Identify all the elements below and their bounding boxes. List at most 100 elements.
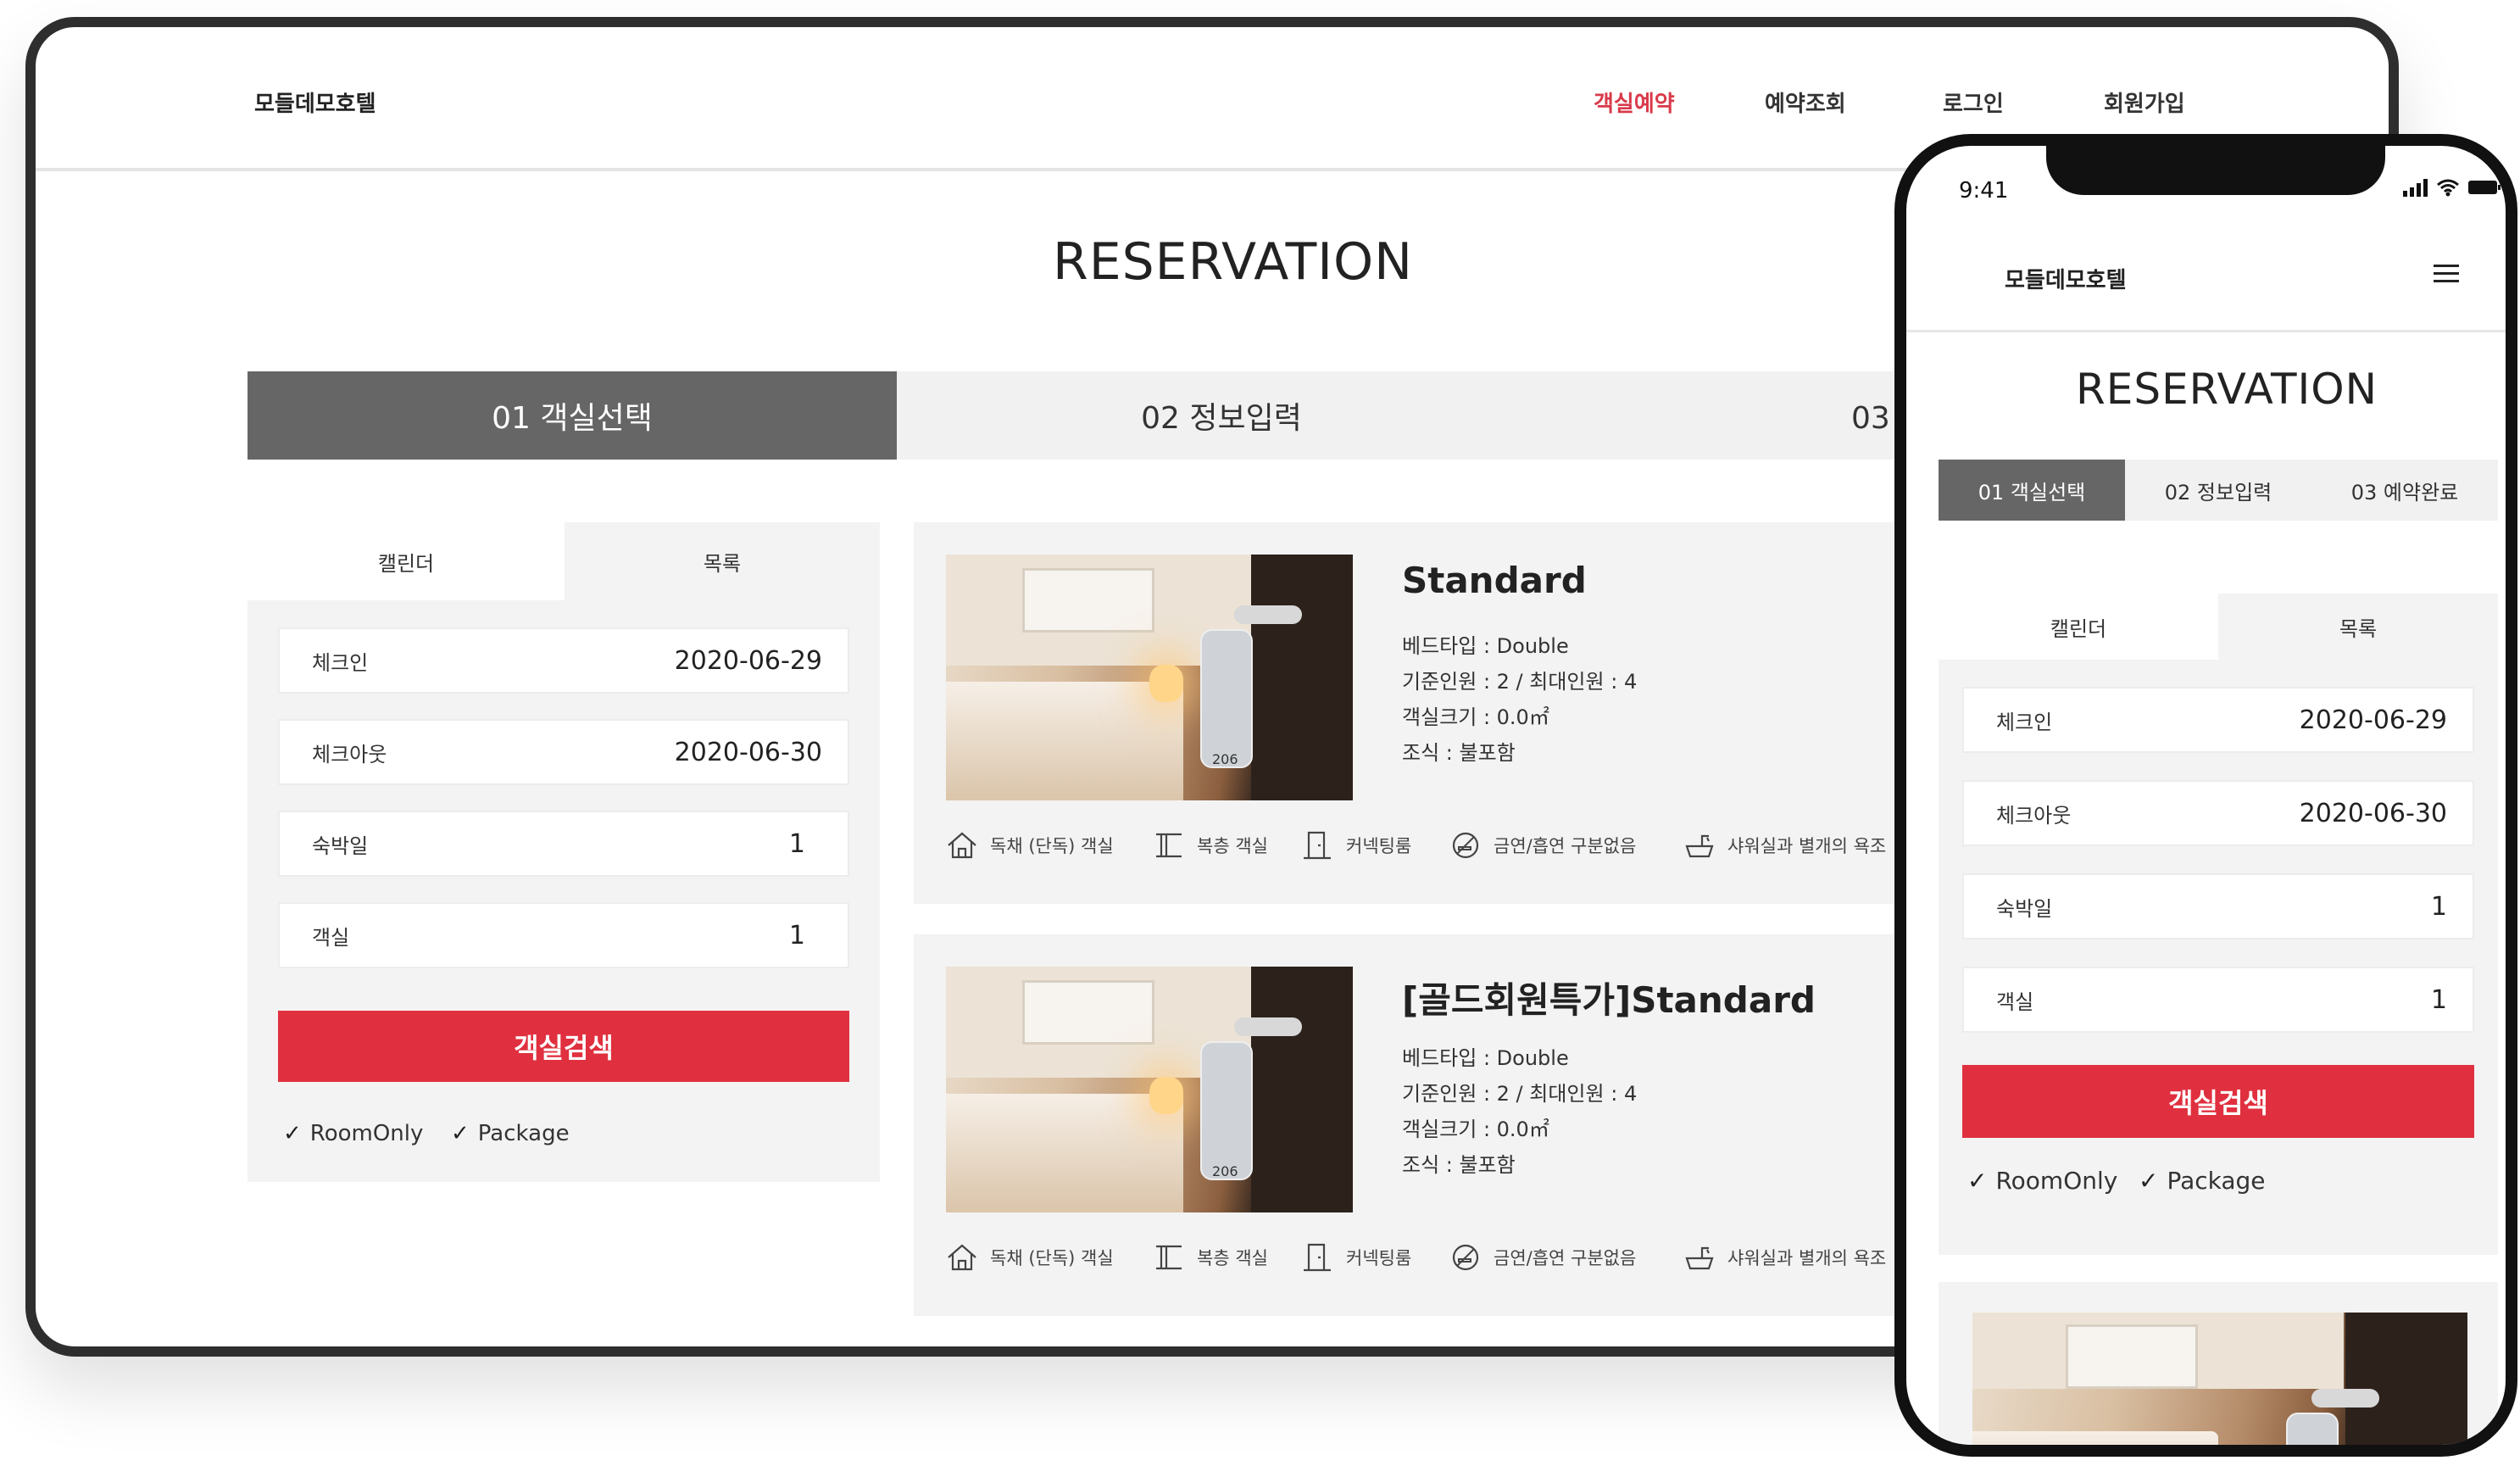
calendar-form: 체크인 2020-06-29 체크아웃 2020-06-30 숙박일 1 객실 … (248, 600, 880, 1182)
battery-icon (2468, 181, 2501, 194)
mobile-rooms-field[interactable]: 객실 1 (1962, 967, 2474, 1033)
amenity-label: 금연/흡연 구분없음 (1494, 1248, 1637, 1268)
door-icon (1304, 831, 1331, 860)
option-package-label: Package (477, 1121, 570, 1146)
rooms-field[interactable]: 객실 1 (278, 902, 849, 968)
key-tag-number: 206 (1212, 1163, 1238, 1179)
amenity-label: 샤워실과 별개의 욕조 (1727, 836, 1887, 856)
duplex-icon (1156, 833, 1182, 858)
status-icons (2403, 178, 2501, 200)
rooms-value: 1 (2430, 984, 2447, 1015)
amenity-detached-room: 독채 (단독) 객실 (946, 1243, 1114, 1272)
mobile-checkout-field[interactable]: 체크아웃 2020-06-30 (1962, 780, 2474, 846)
status-time: 9:41 (1959, 178, 2009, 203)
amenity-label: 커넥팅룸 (1346, 836, 1412, 856)
checkout-label: 체크아웃 (1996, 803, 2072, 828)
key-tag-number: 206 (1212, 751, 1238, 767)
amenity-bathtub: 샤워실과 별개의 욕조 (1683, 831, 1886, 860)
room-photo[interactable]: 206 (946, 967, 1353, 1212)
rooms-value: 1 (788, 920, 805, 950)
door-icon (1304, 1243, 1331, 1272)
check-icon: ✓ (2139, 1167, 2159, 1195)
room-name[interactable]: [골드회원특가]Standard (1402, 972, 1816, 1023)
duplex-icon (1156, 1245, 1182, 1270)
mobile-room-photo[interactable] (1972, 1313, 2467, 1445)
checkout-value: 2020-06-30 (674, 737, 822, 767)
mobile-step-enter-info: 02 정보입력 (2125, 460, 2311, 521)
amenity-connecting: 커넥팅룸 (1302, 1243, 1411, 1272)
amenity-label: 금연/흡연 구분없음 (1494, 836, 1637, 856)
amenity-detached-room: 독채 (단독) 객실 (946, 831, 1114, 860)
mobile-tab-calendar[interactable]: 캘린더 (1939, 594, 2218, 660)
checkin-label: 체크인 (1996, 710, 2053, 734)
brand-logo[interactable]: 모들데모호텔 (254, 86, 376, 118)
breakfast: 조식 : 불포함 (1402, 1153, 1516, 1177)
mobile-nights-field[interactable]: 숙박일 1 (1962, 873, 2474, 939)
checkin-field[interactable]: 체크인 2020-06-29 (278, 627, 849, 694)
room-search-button[interactable]: 객실검색 (278, 1011, 849, 1082)
checkin-value: 2020-06-29 (2299, 705, 2447, 735)
mobile-frame: 9:41 모들데모호텔 RESERVATION 01 객실선택 02 정보입력 … (1894, 134, 2517, 1457)
house-icon (948, 1244, 976, 1271)
mobile-checkin-field[interactable]: 체크인 2020-06-29 (1962, 687, 2474, 753)
option-roomonly-label: RoomOnly (309, 1121, 424, 1146)
shower-icon (1685, 834, 1714, 858)
room-size: 객실크기 : 0.0㎡ (1402, 705, 1549, 729)
checkout-label: 체크아웃 (312, 742, 387, 766)
amenity-smoking: 금연/흡연 구분없음 (1449, 831, 1636, 860)
nav-login[interactable]: 로그인 (1943, 86, 2004, 118)
mobile-option-package[interactable]: ✓ Package (2139, 1167, 2266, 1195)
mobile-option-roomonly[interactable]: ✓ RoomOnly (1967, 1167, 2117, 1195)
checkin-label: 체크인 (312, 650, 369, 675)
room-card[interactable]: 206 [골드회원특가]Standard 베드타입 : Double 기준인원 … (914, 934, 1956, 1316)
amenity-label: 복층 객실 (1197, 1248, 1268, 1268)
option-package[interactable]: ✓ Package (451, 1121, 570, 1146)
nights-value: 1 (2430, 891, 2447, 922)
smoking-icon (1452, 832, 1479, 859)
page-title: RESERVATION (1053, 232, 1414, 292)
amenity-label: 독채 (단독) 객실 (990, 836, 1114, 856)
nav-room-reservation[interactable]: 객실예약 (1594, 86, 1675, 118)
mobile-step-select-room: 01 객실선택 (1939, 460, 2125, 521)
mobile-step-complete: 03 예약완료 (2311, 460, 2498, 521)
mobile-search-panel: 캘린더 목록 체크인 2020-06-29 체크아웃 2020-06-30 숙박… (1939, 594, 2498, 1255)
phone-notch (2046, 146, 2385, 195)
search-panel: 캘린더 목록 체크인 2020-06-29 체크아웃 2020-06-30 숙박… (248, 522, 880, 1182)
rooms-label: 객실 (312, 925, 350, 950)
nights-label: 숙박일 (312, 833, 369, 858)
amenity-list: 독채 (단독) 객실 복층 객실 커넥팅룸 금연/흡연 구분없음 샤워실과 별개… (946, 1236, 1946, 1279)
mobile-room-card[interactable] (1939, 1282, 2498, 1445)
check-icon: ✓ (283, 1121, 302, 1146)
room-photo[interactable]: 206 (946, 555, 1353, 800)
house-icon (948, 832, 976, 859)
mobile-tab-list[interactable]: 목록 (2218, 594, 2498, 660)
mobile-room-search-button[interactable]: 객실검색 (1962, 1065, 2474, 1138)
smoking-icon (1452, 1244, 1479, 1271)
amenity-smoking: 금연/흡연 구분없음 (1449, 1243, 1636, 1272)
amenity-list: 독채 (단독) 객실 복층 객실 커넥팅룸 금연/흡연 구분없음 샤워실과 별개… (946, 824, 1946, 867)
option-roomonly[interactable]: ✓ RoomOnly (283, 1121, 423, 1146)
option-package-label: Package (2167, 1167, 2266, 1195)
check-icon: ✓ (1967, 1167, 1988, 1195)
room-card[interactable]: 206 Standard 베드타입 : Double 기준인원 : 2 / 최대… (914, 522, 1956, 904)
breakfast: 조식 : 불포함 (1402, 741, 1516, 765)
wifi-icon (2437, 179, 2460, 197)
checkout-field[interactable]: 체크아웃 2020-06-30 (278, 719, 849, 785)
room-size: 객실크기 : 0.0㎡ (1402, 1118, 1549, 1141)
hamburger-menu-icon[interactable] (2432, 261, 2461, 290)
tab-calendar[interactable]: 캘린더 (248, 522, 565, 600)
nav-reservation-lookup[interactable]: 예약조회 (1765, 86, 1846, 118)
mobile-brand-logo[interactable]: 모들데모호텔 (2005, 263, 2127, 294)
option-roomonly-label: RoomOnly (1995, 1167, 2118, 1195)
shower-icon (1685, 1246, 1714, 1270)
tab-list[interactable]: 목록 (565, 522, 880, 600)
amenity-duplex: 복층 객실 (1153, 831, 1268, 860)
amenity-label: 샤워실과 별개의 욕조 (1727, 1248, 1887, 1268)
nights-field[interactable]: 숙박일 1 (278, 811, 849, 877)
nav-signup[interactable]: 회원가입 (2104, 86, 2185, 118)
amenity-label: 복층 객실 (1197, 836, 1268, 856)
nights-value: 1 (788, 828, 805, 859)
room-name[interactable]: Standard (1402, 560, 1587, 601)
capacity: 기준인원 : 2 / 최대인원 : 4 (1402, 1082, 1638, 1106)
amenity-duplex: 복층 객실 (1153, 1243, 1268, 1272)
